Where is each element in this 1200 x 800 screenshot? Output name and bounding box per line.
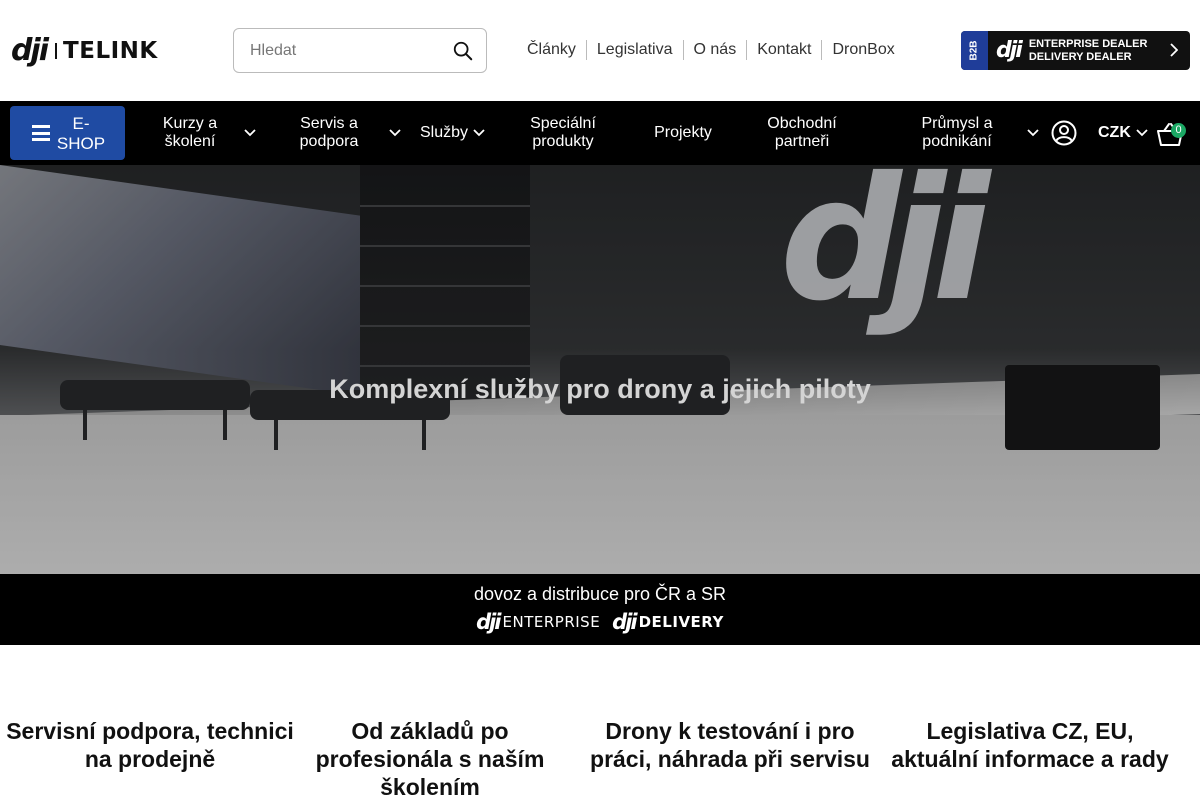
- hero-overlay: [0, 165, 1200, 574]
- features-row: Servisní podpora, technici na prodejně O…: [0, 717, 1200, 800]
- dealer-line-delivery: DELIVERY DEALER: [1028, 50, 1132, 63]
- nav-item-kurzy[interactable]: Kurzy a školení: [150, 101, 230, 165]
- distribution-bar: dovoz a distribuce pro ČR a SR dji ENTER…: [0, 574, 1200, 645]
- telink-logo-text: TELINK: [63, 38, 158, 64]
- dealer-lines: ENTERPRISE DEALER DELIVERY DEALER: [1029, 38, 1148, 64]
- hero-title: Komplexní služby pro drony a jejich pilo…: [329, 374, 871, 404]
- feature-drony: Drony k testování i pro práci, náhrada p…: [590, 718, 870, 772]
- top-links: Články Legislativa O nás Kontakt DronBox: [517, 40, 905, 60]
- nav-item-label: Obchodní partneři: [767, 115, 837, 150]
- dji-banner-mark: dji: [996, 38, 1023, 63]
- link-kontakt[interactable]: Kontakt: [746, 40, 821, 60]
- search-box: [233, 28, 487, 73]
- nav-item-label: Projekty: [654, 124, 712, 141]
- link-dronbox[interactable]: DronBox: [821, 40, 904, 60]
- dji-enterprise-logo: dji ENTERPRISE: [476, 610, 601, 634]
- search-input[interactable]: [234, 29, 444, 72]
- feature-servis: Servisní podpora, technici na prodejně: [6, 718, 294, 772]
- nav-item-label: Servis a podpora: [299, 115, 359, 150]
- chevron-down-icon[interactable]: [389, 129, 401, 137]
- currency-selector[interactable]: CZK: [1098, 123, 1131, 143]
- chevron-down-icon[interactable]: [1136, 129, 1148, 137]
- cart-count-badge: 0: [1171, 123, 1186, 138]
- nav-item-sluzby[interactable]: Služby: [416, 101, 472, 165]
- menu-icon: [32, 125, 50, 141]
- chevron-right-icon: [1170, 43, 1178, 57]
- distribution-text: dovoz a distribuce pro ČR a SR: [473, 584, 727, 604]
- logo-divider: [55, 43, 58, 59]
- nav-item-obchodni-partneri[interactable]: Obchodní partneři: [752, 101, 852, 165]
- nav-item-label: Speciální produkty: [530, 115, 596, 150]
- b2b-dealer-banner[interactable]: B2B dji ENTERPRISE DEALER DELIVERY DEALE…: [961, 31, 1190, 70]
- distribution-logos: dji ENTERPRISE dji DELIVERY: [0, 610, 1200, 634]
- nav-item-label: Služby: [419, 124, 469, 141]
- link-o-nas[interactable]: O nás: [682, 40, 747, 60]
- chevron-down-icon[interactable]: [244, 129, 256, 137]
- link-legislativa[interactable]: Legislativa: [585, 40, 683, 60]
- nav-item-servis[interactable]: Servis a podpora: [286, 101, 372, 165]
- top-header: dji TELINK Články Legislativa O nás Kont…: [0, 0, 1200, 101]
- eshop-label: E-SHOP: [56, 114, 106, 153]
- chevron-down-icon[interactable]: [473, 129, 485, 137]
- nav-item-specialni-produkty[interactable]: Speciální produkty: [516, 101, 610, 165]
- nav-item-prumysl[interactable]: Průmysl a podnikání: [900, 101, 1014, 165]
- b2b-tag: B2B: [961, 31, 988, 70]
- chevron-down-icon[interactable]: [1027, 129, 1039, 137]
- dealer-line-enterprise: ENTERPRISE DEALER: [1028, 37, 1148, 50]
- user-icon[interactable]: [1051, 120, 1077, 146]
- dji-logo-mark: dji: [11, 33, 49, 68]
- link-clanky[interactable]: Články: [517, 40, 586, 60]
- nav-item-label: Kurzy a školení: [162, 115, 218, 150]
- search-icon[interactable]: [452, 40, 474, 62]
- main-nav: E-SHOP Kurzy a školení Servis a podpora …: [0, 101, 1200, 165]
- hero-banner: dji Komplexní služby pro drony a jejich …: [0, 165, 1200, 574]
- nav-item-label: Průmysl a podnikání: [921, 115, 993, 150]
- feature-skoleni: Od základů po profesionála s naším škole…: [315, 718, 545, 800]
- site-logo[interactable]: dji TELINK: [11, 36, 158, 66]
- eshop-button[interactable]: E-SHOP: [10, 106, 125, 160]
- feature-legislativa: Legislativa CZ, EU, aktuální informace a…: [891, 718, 1169, 772]
- dji-delivery-logo: dji DELIVERY: [612, 610, 724, 634]
- nav-item-projekty[interactable]: Projekty: [644, 101, 722, 165]
